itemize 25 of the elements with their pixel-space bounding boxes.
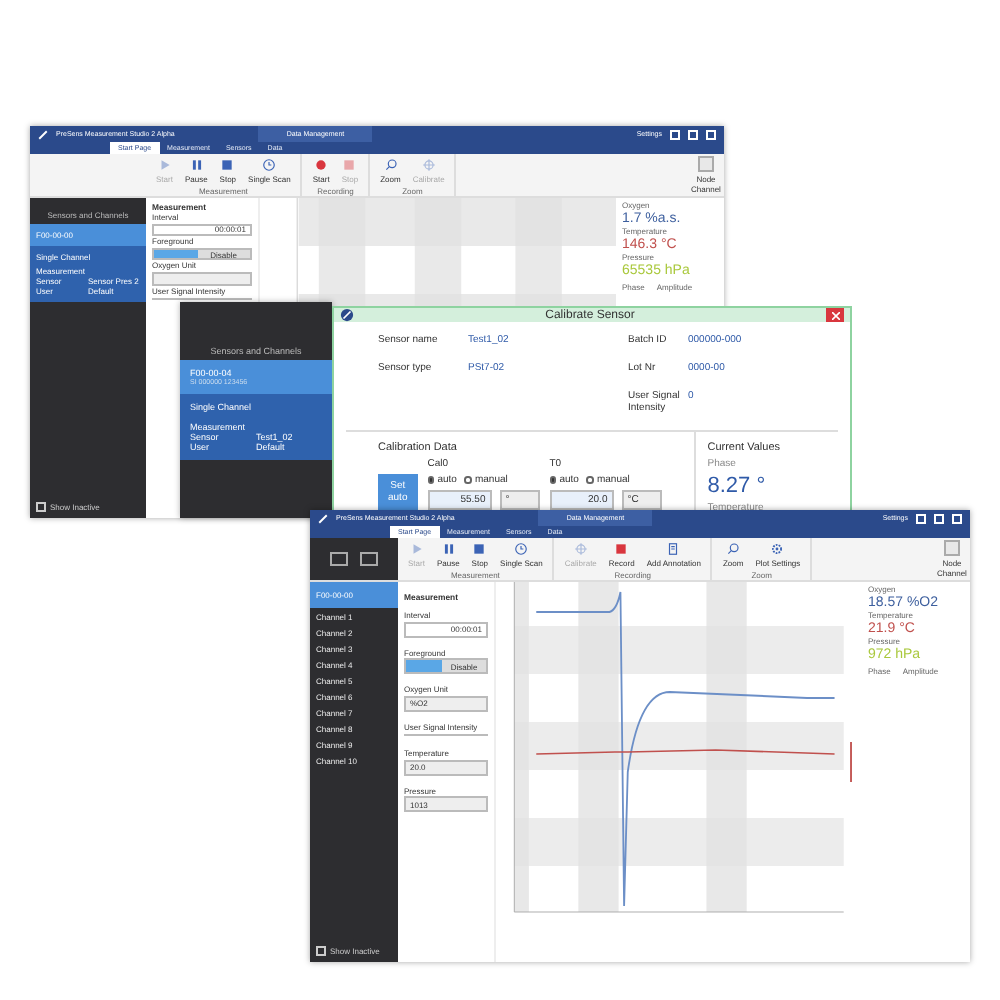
stop-icon [220, 157, 235, 171]
zoom-icon [726, 541, 741, 555]
checkbox[interactable] [316, 946, 326, 956]
close-button[interactable] [826, 308, 844, 322]
axis-marker [850, 741, 852, 783]
maximize-icon[interactable] [688, 129, 698, 139]
app-icon [38, 129, 48, 139]
pause-icon [441, 541, 456, 555]
crosshair-icon [421, 157, 436, 171]
crosshair-icon [573, 541, 588, 555]
pause-icon [189, 157, 204, 171]
phase-value: 8.27 ° [707, 474, 768, 498]
zoom-icon [383, 157, 398, 171]
slider[interactable] [152, 296, 252, 303]
note-icon [666, 541, 681, 555]
clock-icon [262, 157, 277, 171]
clock-icon [514, 541, 529, 555]
app-icon [318, 513, 328, 523]
square-icon [342, 157, 357, 171]
stop-icon [472, 541, 487, 555]
gear-icon [770, 541, 785, 555]
square-icon [614, 541, 629, 555]
checkbox[interactable] [36, 502, 46, 512]
record-icon [314, 157, 329, 171]
maximize-icon[interactable] [934, 513, 944, 523]
